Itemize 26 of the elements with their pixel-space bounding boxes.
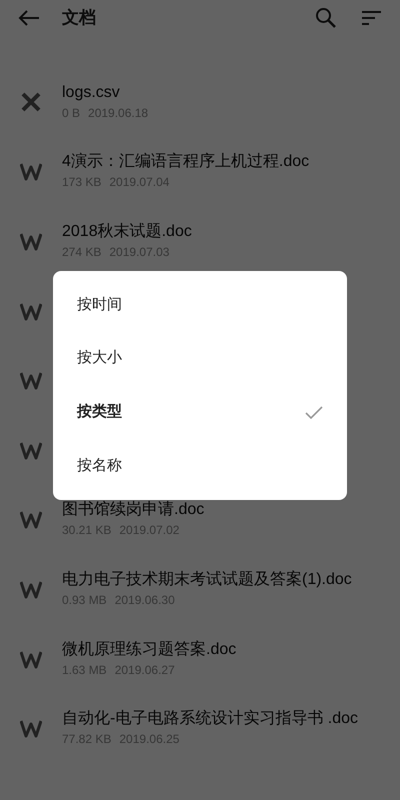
file-name[interactable]: logs.csv [62, 82, 148, 104]
file-w-icon [20, 300, 42, 321]
page-title: 文档 [62, 7, 96, 30]
sort-option[interactable]: 按名称 [53, 439, 347, 493]
file-w-icon [20, 230, 42, 251]
search-icon[interactable] [315, 7, 337, 29]
checkmark-icon [305, 406, 323, 419]
file-w-icon [20, 718, 42, 738]
file-w-icon [20, 370, 42, 390]
file-name[interactable]: 自动化-电子电路系统设计实习指导书 .doc [62, 708, 358, 730]
file-name[interactable]: 2018秋末试题.doc [62, 220, 192, 243]
file-w-icon [20, 509, 42, 530]
file-w-icon [20, 648, 42, 669]
file-name[interactable]: 图书馆续岗申请.doc [62, 499, 204, 522]
file-name[interactable]: 微机原理练习题答案.doc [62, 638, 236, 661]
file-name[interactable]: 4演示：汇编语言程序上机过程.doc [62, 151, 310, 174]
sort-option[interactable]: 按类型 [53, 386, 347, 440]
sort-option[interactable]: 按大小 [53, 332, 347, 386]
file-w-icon [20, 161, 42, 182]
back-arrow-icon[interactable] [18, 10, 40, 26]
file-w-icon [20, 578, 42, 599]
sort-icon[interactable] [362, 11, 382, 25]
sort-option[interactable]: 按时间 [53, 278, 347, 332]
file-w-icon [20, 440, 42, 460]
file-name[interactable]: 电力电子技术期末考试试题及答案(1).doc [62, 568, 352, 591]
file-x-icon [20, 90, 42, 113]
